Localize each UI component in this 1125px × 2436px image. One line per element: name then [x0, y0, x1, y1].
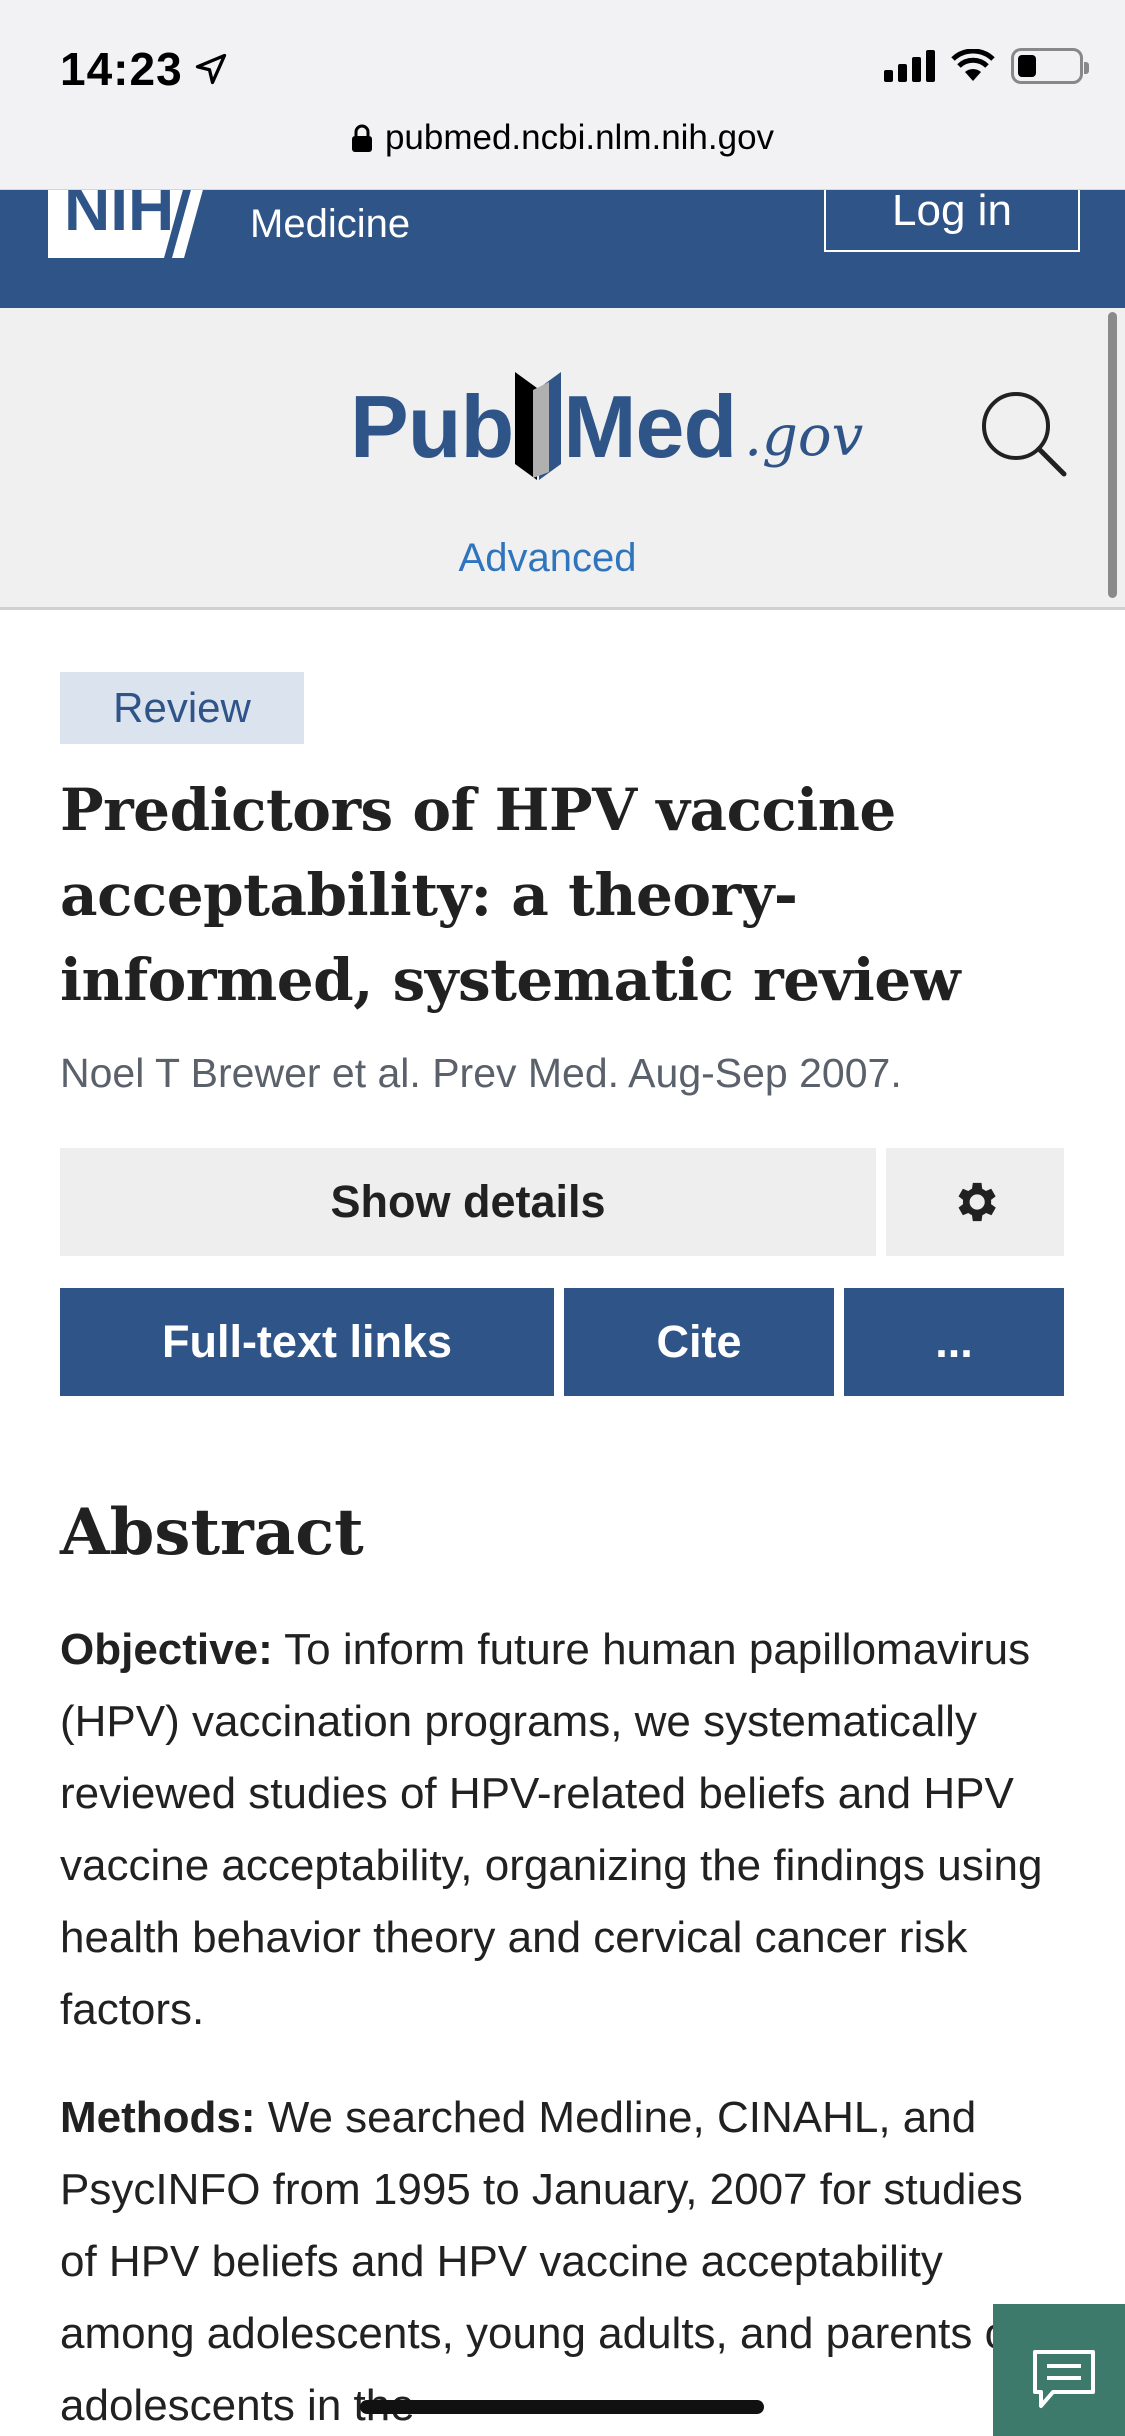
book-icon	[515, 372, 562, 480]
wifi-icon	[951, 49, 995, 81]
nih-logo[interactable]: NIH	[44, 190, 214, 258]
full-text-links-button[interactable]: Full-text links	[60, 1288, 554, 1396]
article-title: Predictors of HPV vaccine acceptability:…	[60, 776, 961, 1014]
objective-text: To inform future human papillomavirus (H…	[60, 1625, 1043, 2034]
feedback-chat-button[interactable]	[993, 2304, 1125, 2436]
show-details-button[interactable]: Show details	[60, 1148, 876, 1256]
abstract-heading: Abstract	[60, 1495, 364, 1570]
login-button[interactable]: Log in	[824, 190, 1080, 252]
home-indicator[interactable]	[360, 2400, 764, 2414]
cellular-signal-icon	[884, 50, 935, 82]
status-time: 14:23	[60, 42, 229, 96]
search-icon[interactable]	[978, 388, 1068, 478]
advanced-search-link[interactable]: Advanced	[0, 536, 1095, 581]
scrollbar[interactable]	[1108, 312, 1117, 598]
details-row: Show details	[60, 1148, 1064, 1256]
lock-icon	[351, 124, 372, 152]
abstract-objective: Objective: To inform future human papill…	[60, 1614, 1070, 2046]
logo-pub: Pub	[350, 377, 514, 476]
methods-label: Methods:	[60, 2093, 256, 2142]
methods-text: We searched Medline, CINAHL, and PsycINF…	[60, 2093, 1023, 2430]
gear-icon	[958, 1182, 996, 1222]
display-options-button[interactable]	[886, 1148, 1064, 1256]
cite-button[interactable]: Cite	[564, 1288, 834, 1396]
abstract-methods: Methods: We searched Medline, CINAHL, an…	[60, 2082, 1070, 2436]
status-indicators	[884, 48, 1089, 84]
article-citation: Noel T Brewer et al. Prev Med. Aug-Sep 2…	[60, 1050, 902, 1096]
pubmed-logo[interactable]: Pub Med .gov	[350, 368, 863, 486]
nih-logo-text: NIH	[64, 190, 174, 244]
url-bar[interactable]: pubmed.ncbi.nlm.nih.gov	[0, 118, 1125, 158]
url-text: pubmed.ncbi.nlm.nih.gov	[384, 118, 775, 157]
nih-banner: NIH Medicine Log in	[0, 190, 1125, 308]
logo-gov: .gov	[744, 403, 864, 469]
browser-status-area: 14:23 pubmed.ncbi.nlm.nih.gov	[0, 0, 1125, 190]
actions-row: Full-text links Cite ...	[60, 1288, 1064, 1396]
logo-med: Med	[563, 377, 737, 476]
article-type-badge: Review	[60, 672, 304, 744]
more-actions-button[interactable]: ...	[844, 1288, 1064, 1396]
pubmed-header: Pub Med .gov Advanced	[0, 308, 1125, 610]
battery-icon	[1011, 48, 1089, 84]
chat-icon	[1033, 2350, 1095, 2408]
location-arrow-icon	[195, 53, 226, 85]
objective-label: Objective:	[60, 1625, 273, 1674]
nih-org-name: Medicine	[250, 202, 411, 246]
time-text: 14:23	[60, 43, 183, 95]
